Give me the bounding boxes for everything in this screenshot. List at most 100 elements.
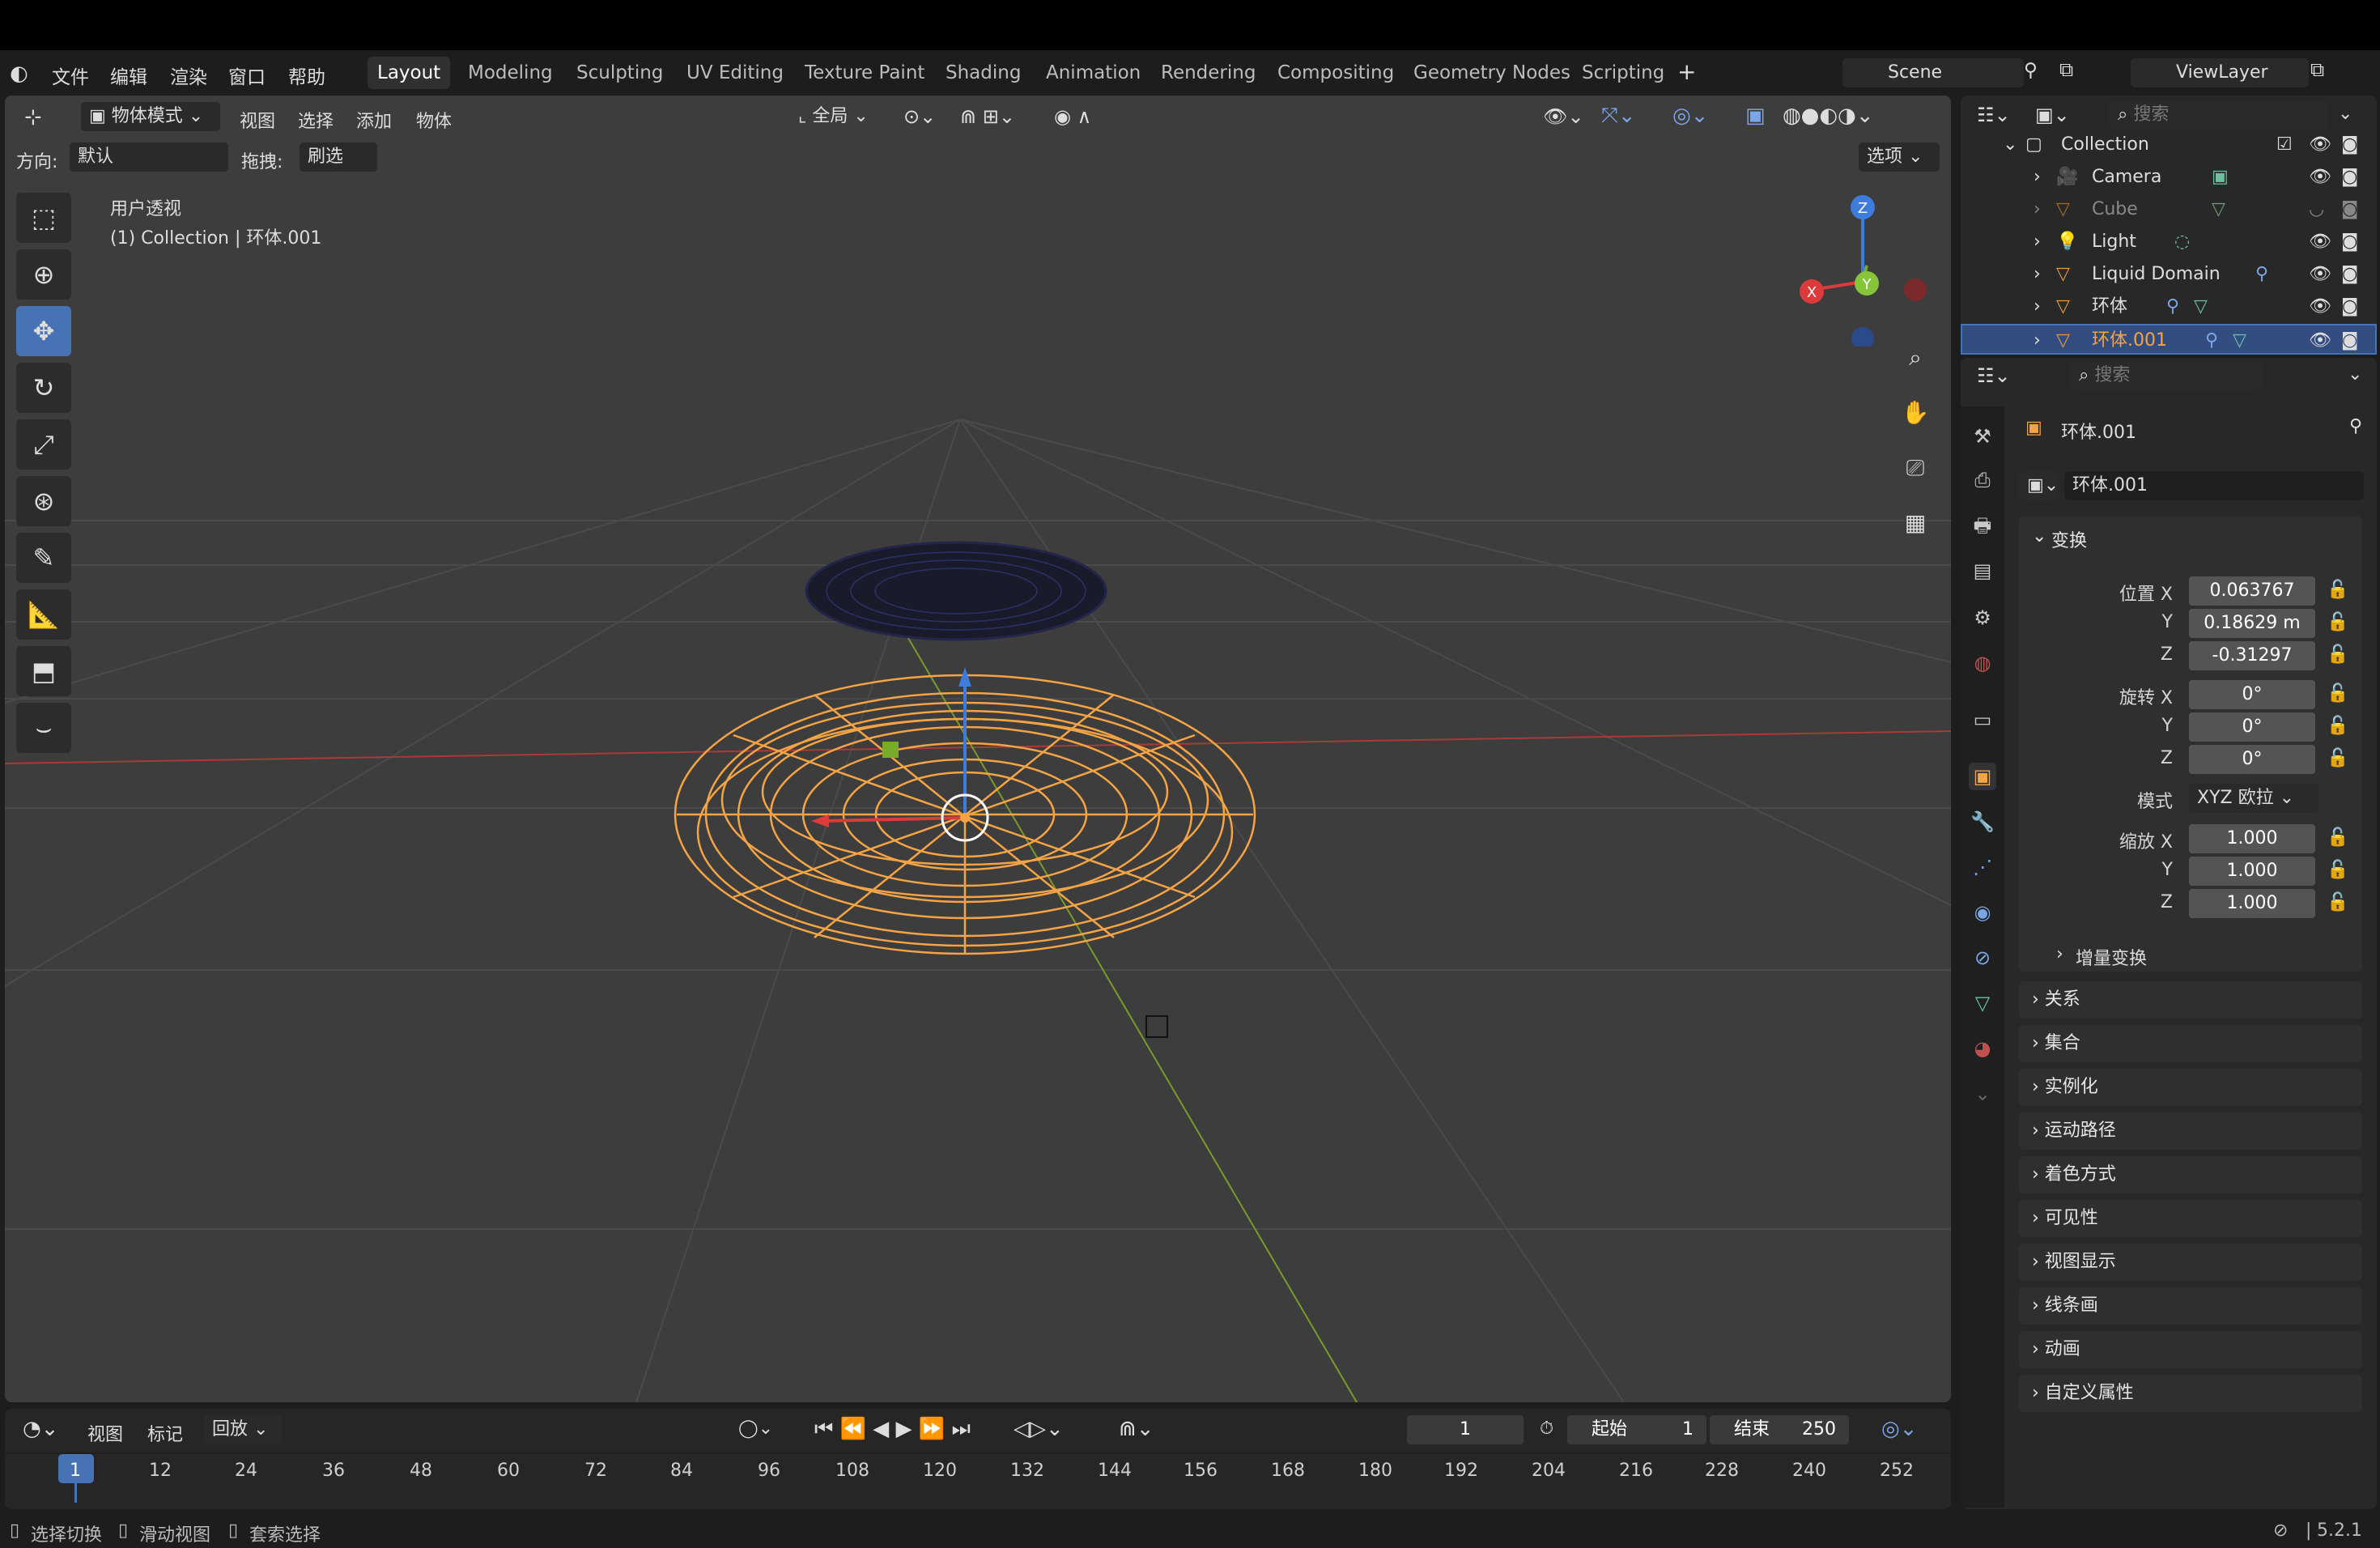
camera-render-icon[interactable]: ◙ [2341, 130, 2358, 160]
annotate-tool-icon[interactable]: ✎ [16, 533, 71, 583]
outliner-row-liquid-domain[interactable]: › ▽ Liquid Domain ⚲ 👁 ◙ [1961, 259, 2377, 290]
output-tab-icon[interactable]: 🖶 [1969, 512, 1996, 539]
constraints-tab-icon[interactable]: ⊘ [1969, 944, 1996, 972]
xray-toggle-icon[interactable]: ▣ [1745, 104, 1766, 128]
lock-icon[interactable]: 🔓 [2327, 892, 2348, 912]
move-tool-icon[interactable]: ✥ [16, 306, 71, 356]
pan-hand-icon[interactable]: ✋ [1898, 395, 1933, 431]
checkbox-icon[interactable]: ☑ [2276, 130, 2293, 160]
zoom-icon[interactable]: ⌕ [1898, 340, 1933, 376]
lock-icon[interactable]: 🔓 [2327, 860, 2348, 880]
tab-animation[interactable]: Animation [1036, 57, 1150, 89]
menu-edit[interactable]: 编辑 [110, 62, 147, 89]
measure-tool-icon[interactable]: 📐 [16, 589, 71, 640]
render-tab-icon[interactable]: ⎙ [1969, 466, 1996, 494]
lock-icon[interactable]: 🔓 [2327, 748, 2348, 768]
new-viewlayer-icon[interactable]: ⧉ [2310, 58, 2324, 81]
scale-x-field[interactable]: 1.000 [2189, 824, 2315, 853]
proportional-edit-icon[interactable]: ◉ ∧ [1054, 105, 1091, 128]
visibility-icon[interactable]: 👁⌄ [1543, 105, 1584, 128]
outliner-row-collection[interactable]: ⌄ ▢ Collection ☑ 👁 ◙ [1961, 130, 2377, 160]
modifier-wrench-icon[interactable]: ⚲ [2166, 291, 2179, 322]
eye-icon[interactable]: 👁 [2309, 325, 2331, 356]
panel-relations[interactable]: › 关系 [2019, 981, 2362, 1019]
rotation-z-field[interactable]: 0° [2189, 745, 2315, 774]
camera-render-icon[interactable]: ◙ [2341, 227, 2358, 257]
scale-tool-icon[interactable]: ⤢ [16, 419, 71, 470]
panel-shading[interactable]: › 着色方式 [2019, 1156, 2362, 1193]
overlay-toggle-icon[interactable]: ◎⌄ [1672, 104, 1708, 128]
outliner-row-torus-001[interactable]: › ▽ 环体.001 ⚲ ▽ 👁 ◙ [1961, 324, 2377, 355]
tab-compositing[interactable]: Compositing [1268, 57, 1404, 89]
camera-render-icon[interactable]: ◙ [2341, 194, 2358, 225]
playback-controls-icon[interactable]: ⏮ ⏪ ◀ ▶ ⏩ ⏭ [814, 1417, 971, 1442]
outliner-search-input[interactable]: ⌕ 搜索 [2110, 100, 2328, 130]
transform-orientation-dropdown[interactable]: ⌞ 全局 ⌄ [790, 102, 889, 131]
tab-shading[interactable]: Shading [936, 57, 1031, 89]
current-frame-field[interactable]: 1 [1407, 1415, 1524, 1444]
tab-scripting[interactable]: Scripting [1572, 57, 1674, 89]
outliner-row-cube[interactable]: › ▽ Cube ▽ ◡ ◙ [1961, 194, 2377, 225]
tab-rendering[interactable]: Rendering [1151, 57, 1265, 89]
keying-icon[interactable]: ◯⌄ [738, 1418, 773, 1439]
camera-view-icon[interactable]: ⎚ [1898, 450, 1933, 486]
lock-icon[interactable]: 🔓 [2327, 827, 2348, 848]
eye-icon[interactable]: 👁 [2309, 259, 2331, 290]
properties-options-icon[interactable]: ⌄ [2348, 364, 2362, 385]
menu-select[interactable]: 选择 [298, 107, 334, 133]
orientation-default-dropdown[interactable]: 默认 [70, 142, 228, 172]
lock-icon[interactable]: 🔓 [2327, 683, 2348, 704]
lock-icon[interactable]: 🔓 [2327, 612, 2348, 632]
pin-icon[interactable]: ⚲ [2024, 60, 2038, 81]
rotation-y-field[interactable]: 0° [2189, 712, 2315, 742]
cursor-tool-icon[interactable]: ⊕ [16, 249, 71, 300]
menu-window[interactable]: 窗口 [228, 62, 266, 89]
menu-help[interactable]: 帮助 [288, 62, 325, 89]
keyframe-jump-icon[interactable]: ◁▷⌄ [1014, 1417, 1064, 1441]
camera-render-icon[interactable]: ◙ [2341, 325, 2358, 356]
timeline-editor-icon[interactable]: ◔⌄ [23, 1417, 58, 1441]
tab-geometry-nodes[interactable]: Geometry Nodes [1404, 57, 1580, 89]
rotation-mode-dropdown[interactable]: XYZ 欧拉 ⌄ [2189, 784, 2318, 813]
modifier-tab-icon[interactable]: 🔧 [1969, 808, 1996, 836]
scale-z-field[interactable]: 1.000 [2189, 889, 2315, 918]
auto-key-icon[interactable]: ⋒⌄ [1119, 1417, 1154, 1441]
outliner-row-camera[interactable]: › 🎥 Camera ▣ 👁 ◙ [1961, 162, 2377, 193]
panel-instancing[interactable]: › 实例化 [2019, 1069, 2362, 1106]
outliner-row-torus[interactable]: › ▽ 环体 ⚲ ▽ 👁 ◙ [1961, 291, 2377, 322]
outliner-row-light[interactable]: › 💡 Light ◌ 👁 ◙ [1961, 227, 2377, 257]
add-cube-tool-icon[interactable]: ⬒ [16, 646, 71, 696]
viewlayer-selector[interactable]: ViewLayer [2131, 58, 2309, 87]
pivot-point-icon[interactable]: ⊙⌄ [903, 105, 936, 128]
transform-collapse-icon[interactable]: ⌄ [2032, 526, 2046, 546]
menu-file[interactable]: 文件 [52, 62, 89, 89]
editor-type-icon[interactable]: ⊹ [24, 105, 42, 130]
rotation-x-field[interactable]: 0° [2189, 680, 2315, 709]
data-tab-icon[interactable]: ▽ [1969, 989, 1996, 1017]
menu-object[interactable]: 物体 [416, 107, 452, 133]
properties-search-input[interactable]: ⌕ 搜索 [2071, 361, 2262, 390]
properties-editor-icon[interactable]: ☷⌄ [1977, 364, 2011, 387]
lock-icon[interactable]: 🔓 [2327, 644, 2348, 665]
light-data-icon[interactable]: ◌ [2174, 227, 2190, 257]
panel-viewport-display[interactable]: › 视图显示 [2019, 1244, 2362, 1281]
camera-render-icon[interactable]: ◙ [2341, 162, 2358, 193]
tab-uv-editing[interactable]: UV Editing [677, 57, 793, 89]
timeline-overlay-icon[interactable]: ◎⌄ [1881, 1417, 1917, 1441]
end-frame-field[interactable]: 结束 250 [1710, 1415, 1849, 1444]
transform-tool-icon[interactable]: ⊛ [16, 476, 71, 526]
location-x-field[interactable]: 0.063767 [2189, 576, 2315, 606]
add-workspace-icon[interactable]: + [1677, 58, 1696, 85]
panel-visibility[interactable]: › 可见性 [2019, 1200, 2362, 1237]
datablock-type-dropdown[interactable]: ▣⌄ [2019, 471, 2059, 500]
timeline-menu-marker[interactable]: 标记 [147, 1420, 183, 1446]
shading-modes-icon[interactable]: ◍●◐◑⌄ [1783, 104, 1874, 128]
camera-data-icon[interactable]: ▣ [2212, 162, 2229, 193]
timeline-menu-view[interactable]: 视图 [87, 1420, 123, 1446]
physics-tab-icon[interactable]: ◉ [1969, 899, 1996, 926]
tool-tab-icon[interactable]: ⚒ [1969, 423, 1996, 450]
panel-custom-properties[interactable]: › 自定义属性 [2019, 1375, 2362, 1412]
delta-transform-expand-icon[interactable]: › [2056, 944, 2063, 964]
mesh-data-icon[interactable]: ▽ [2194, 291, 2208, 322]
mesh-data-icon[interactable]: ▽ [2212, 194, 2225, 225]
